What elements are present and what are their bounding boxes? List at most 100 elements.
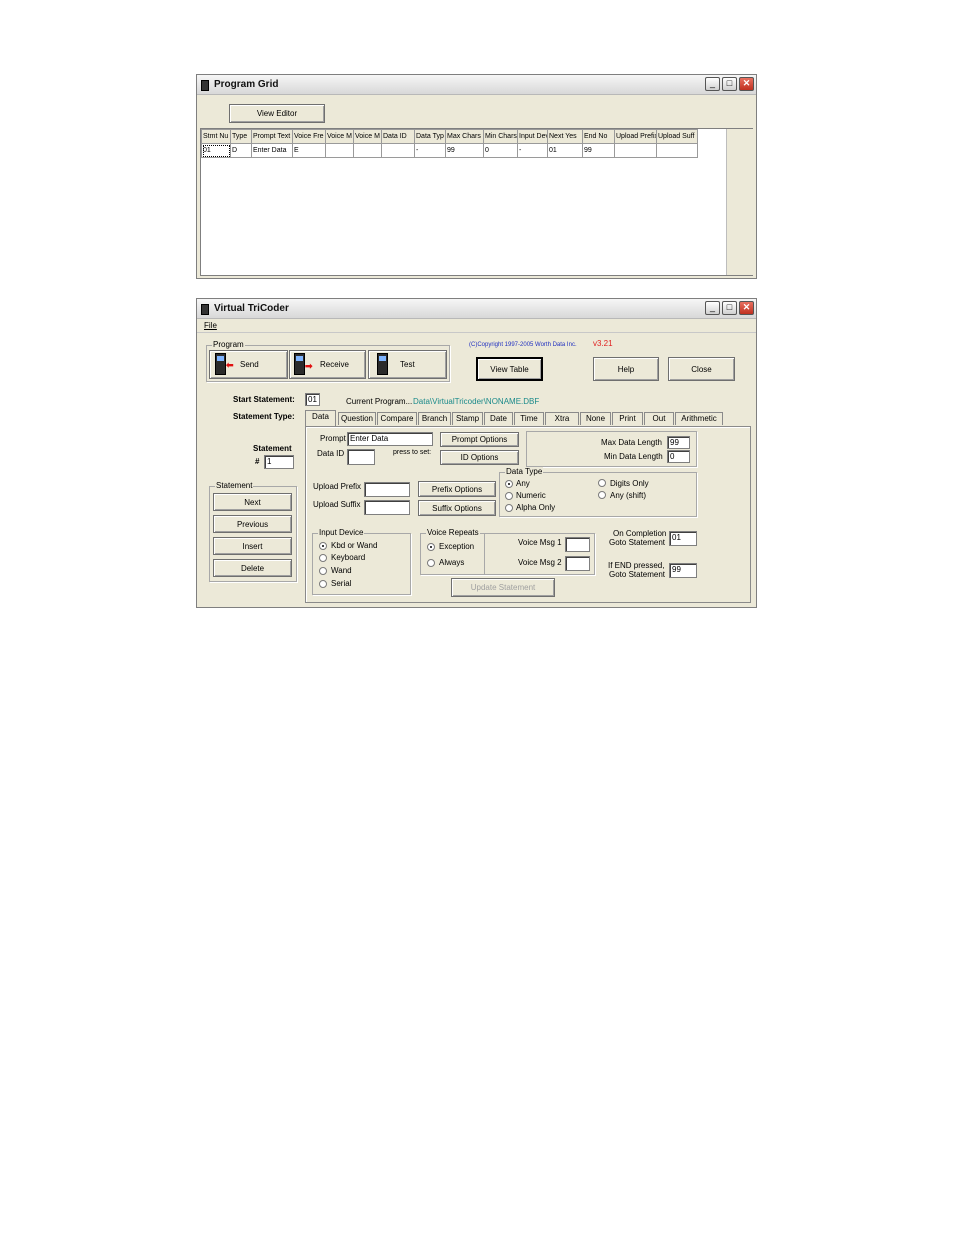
tab-out[interactable]: Out (644, 412, 674, 425)
tab-data[interactable]: Data (305, 410, 336, 426)
voice-msg1-field[interactable] (565, 537, 590, 552)
grid-cell[interactable]: E (292, 143, 326, 158)
send-button[interactable]: ⬅ Send (209, 350, 288, 379)
tricoder-titlebar[interactable]: Virtual TriCoder _ □ ✕ (197, 299, 756, 319)
exception-radio[interactable] (427, 543, 435, 551)
receive-button[interactable]: ➡ Receive (289, 350, 366, 379)
grid-cell[interactable] (656, 143, 698, 158)
grid-cell[interactable]: - (517, 143, 548, 158)
keyboard-radio[interactable] (319, 554, 327, 562)
keyboard-label[interactable]: Keyboard (331, 553, 365, 563)
minimize-icon[interactable]: _ (705, 301, 720, 315)
data-type-any-label[interactable]: Any (516, 479, 530, 489)
data-type-anyshift-radio[interactable] (598, 491, 606, 499)
close-icon[interactable]: ✕ (739, 301, 754, 315)
upload-suffix-field[interactable] (364, 500, 410, 515)
if-end-field[interactable]: 99 (669, 563, 697, 578)
always-label[interactable]: Always (439, 558, 464, 568)
insert-button[interactable]: Insert (213, 537, 292, 555)
test-button[interactable]: Test (368, 350, 447, 379)
wand-label[interactable]: Wand (331, 566, 352, 576)
column-header[interactable]: Prompt Text (251, 129, 293, 144)
prefix-options-button[interactable]: Prefix Options (418, 481, 496, 497)
menu-file[interactable]: File (204, 321, 217, 331)
column-header[interactable]: Input Dev (517, 129, 548, 144)
view-editor-button[interactable]: View Editor (229, 104, 325, 123)
grid-cell[interactable]: Enter Data (251, 143, 293, 158)
column-header[interactable]: Data Typ (414, 129, 446, 144)
tab-arithmetic[interactable]: Arithmetic (675, 412, 723, 425)
tab-print[interactable]: Print (612, 412, 643, 425)
minimize-icon[interactable]: _ (705, 77, 720, 91)
kbd-or-wand-radio[interactable] (319, 542, 327, 550)
serial-label[interactable]: Serial (331, 579, 351, 589)
voice-msg2-field[interactable] (565, 556, 590, 571)
grid-cell[interactable] (353, 143, 382, 158)
tab-question[interactable]: Question (338, 412, 376, 425)
column-header[interactable]: Type (230, 129, 252, 144)
grid-cell[interactable]: D (230, 143, 252, 158)
tab-date[interactable]: Date (484, 412, 513, 425)
column-header[interactable]: Min Chars (483, 129, 518, 144)
column-header[interactable]: Voice M (353, 129, 382, 144)
column-header[interactable]: Upload Prefix (614, 129, 657, 144)
statement-number-field[interactable]: 1 (264, 455, 294, 469)
suffix-options-button[interactable]: Suffix Options (418, 500, 496, 516)
upload-prefix-field[interactable] (364, 482, 410, 497)
previous-button[interactable]: Previous (213, 515, 292, 533)
update-statement-button[interactable]: Update Statement (451, 578, 555, 597)
id-options-button[interactable]: ID Options (440, 450, 519, 465)
data-id-field[interactable] (347, 449, 375, 465)
column-header[interactable]: Next Yes (547, 129, 583, 144)
grid-cell[interactable]: 99 (582, 143, 615, 158)
delete-button[interactable]: Delete (213, 559, 292, 577)
prompt-field[interactable]: Enter Data (347, 432, 433, 446)
tab-branch[interactable]: Branch (418, 412, 451, 425)
view-table-button[interactable]: View Table (476, 357, 543, 381)
always-radio[interactable] (427, 559, 435, 567)
column-header[interactable]: Upload Suff (656, 129, 698, 144)
next-button[interactable]: Next (213, 493, 292, 511)
kbd-or-wand-label[interactable]: Kbd or Wand (331, 541, 377, 551)
data-type-alpha-radio[interactable] (505, 504, 513, 512)
grid-scroll-gutter[interactable] (726, 129, 753, 275)
column-header[interactable]: Stmt Nu (201, 129, 231, 144)
table-row[interactable]: 01 D Enter Data E - 99 0 - 01 99 (201, 143, 698, 158)
grid-cell[interactable] (614, 143, 657, 158)
prompt-options-button[interactable]: Prompt Options (440, 432, 519, 447)
grid-cell[interactable]: 99 (445, 143, 484, 158)
on-completion-field[interactable]: 01 (669, 531, 697, 546)
start-statement-field[interactable]: 01 (305, 393, 320, 406)
close-button[interactable]: Close (668, 357, 735, 381)
column-header[interactable]: Max Chars (445, 129, 484, 144)
min-data-length-field[interactable]: 0 (667, 450, 690, 463)
grid-cell[interactable]: 01 (547, 143, 583, 158)
data-type-digits-radio[interactable] (598, 479, 606, 487)
column-header[interactable]: End No (582, 129, 615, 144)
data-type-any-radio[interactable] (505, 480, 513, 488)
maximize-icon[interactable]: □ (722, 77, 737, 91)
maximize-icon[interactable]: □ (722, 301, 737, 315)
exception-label[interactable]: Exception (439, 542, 474, 552)
grid-cell[interactable]: - (414, 143, 446, 158)
help-button[interactable]: Help (593, 357, 659, 381)
grid-cell[interactable] (381, 143, 415, 158)
max-data-length-field[interactable]: 99 (667, 436, 690, 449)
grid-cell[interactable]: 0 (483, 143, 518, 158)
data-type-numeric-radio[interactable] (505, 492, 513, 500)
tab-compare[interactable]: Compare (377, 412, 417, 425)
data-type-alpha-label[interactable]: Alpha Only (516, 503, 555, 513)
close-icon[interactable]: ✕ (739, 77, 754, 91)
tab-stamp[interactable]: Stamp (452, 412, 483, 425)
grid-cell[interactable]: 01 (201, 143, 231, 158)
grid-cell[interactable] (325, 143, 354, 158)
column-header[interactable]: Voice Fre (292, 129, 326, 144)
serial-radio[interactable] (319, 580, 327, 588)
program-grid-titlebar[interactable]: Program Grid _ □ ✕ (197, 75, 756, 95)
tab-time[interactable]: Time (514, 412, 544, 425)
data-type-digits-label[interactable]: Digits Only (610, 479, 649, 489)
tab-none[interactable]: None (580, 412, 611, 425)
data-type-anyshift-label[interactable]: Any (shift) (610, 491, 646, 501)
wand-radio[interactable] (319, 567, 327, 575)
column-header[interactable]: Voice M (325, 129, 354, 144)
